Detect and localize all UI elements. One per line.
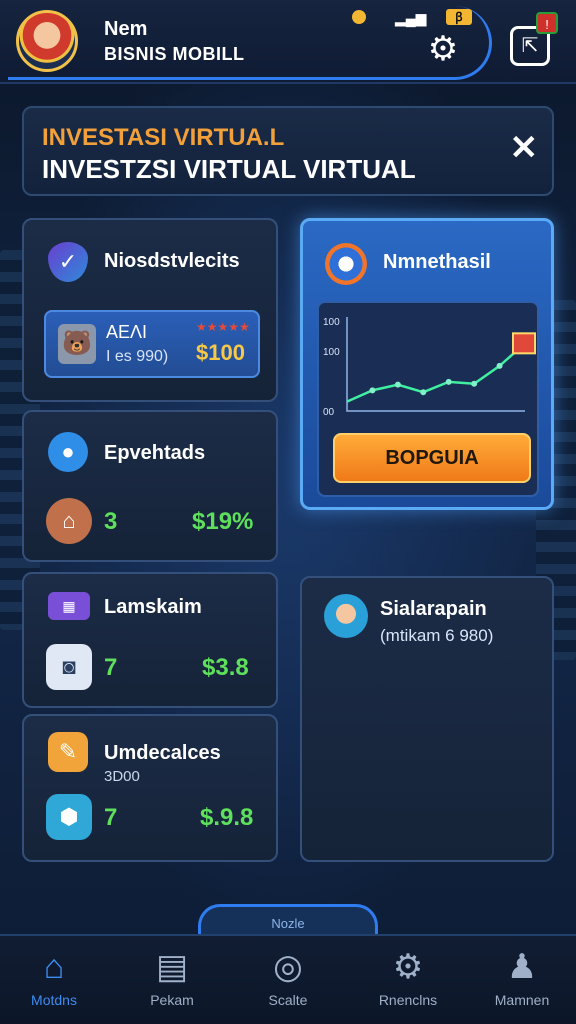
bear-icon: 🐻 — [58, 324, 96, 364]
gear-icon: ⚙ — [427, 30, 459, 68]
app-subtitle: BISNIS MOBILL — [104, 44, 245, 64]
circle-icon: ◎ — [273, 948, 303, 986]
data-point — [496, 362, 503, 369]
asset-sub: I es 990) — [106, 348, 169, 365]
home-icon: ⌂ — [43, 948, 65, 986]
card-title: Umdecalces — [104, 742, 221, 764]
notification-badge[interactable]: ! — [536, 12, 558, 34]
card-lamskaim[interactable]: ▦ Lamskaim ◙ 7 $3.8 — [22, 572, 278, 708]
y-tick-label: 00 — [323, 407, 335, 418]
close-button[interactable]: ✕ — [510, 128, 539, 168]
planet-icon — [325, 243, 367, 285]
card-title: Sialarapain — [380, 598, 487, 620]
banner-heading: INVESTASI VIRTUA.L — [42, 124, 285, 151]
battery-icon: ꞵ — [446, 9, 472, 25]
card-portfolio[interactable]: ✓ Niosdstvlecits 🐻 ΑΕΛΙ I es 990) ★★★★★ … — [22, 218, 278, 402]
item-count: 7 — [104, 804, 118, 831]
card-title: Niosdstvlecits — [104, 250, 240, 272]
nav-label: Motdns — [31, 992, 77, 1008]
asset-row[interactable]: 🐻 ΑΕΛΙ I es 990) ★★★★★ $100 — [44, 310, 260, 378]
investment-banner: INVESTASI VIRTUA.L INVESTZSI VIRTUAL VIR… — [22, 106, 554, 196]
gem-icon: ⬢ — [46, 794, 92, 840]
data-point — [445, 378, 452, 385]
card-title: Lamskaim — [104, 596, 202, 618]
rating-stars-icon: ★★★★★ — [196, 320, 250, 334]
gear-icon: ⚙ — [392, 948, 424, 986]
chart-svg: 100 100 00 — [323, 317, 536, 418]
banner-subheading: INVESTZSI VIRTUAL VIRTUAL — [42, 154, 416, 184]
card-expedition[interactable]: ● Epvehtads ⌂ 3 $19% — [22, 410, 278, 562]
shield-icon: ✓ — [48, 242, 88, 282]
y-tick-label: 100 — [323, 317, 340, 328]
person-icon: ♟ — [506, 948, 538, 986]
card-subtitle: 3D00 — [104, 768, 140, 785]
notification-icon: ! — [545, 17, 549, 32]
asset-value: $100 — [196, 340, 245, 365]
camera-icon: ◙ — [46, 644, 92, 690]
card-subtitle: (mtikam 6 980) — [380, 626, 494, 645]
nav-item-profile[interactable]: ♟ Mamnen — [472, 946, 572, 1008]
card-umdecalces[interactable]: ✎ Umdecalces 3D00 ⬢ 7 $.9.8 — [22, 714, 278, 862]
trophy-icon: ⌂ — [46, 498, 92, 544]
nav-item-home[interactable]: ⌂ Motdns — [4, 946, 104, 1008]
item-value: $3.8 — [202, 654, 249, 681]
coin-icon — [352, 10, 366, 24]
item-value: $19% — [192, 508, 254, 535]
data-point — [394, 381, 401, 388]
app-title: Nem — [104, 18, 148, 40]
avatar — [324, 594, 368, 638]
nav-item-settings[interactable]: ⚙ Rnenclns — [358, 946, 458, 1008]
card-sialarapain[interactable]: Sialarapain (mtikam 6 980) — [300, 576, 554, 862]
card-title: Epvehtads — [104, 442, 206, 464]
item-count: 7 — [104, 654, 118, 681]
card-title: Nmnethasil — [383, 251, 491, 273]
share-icon: ⇱ — [521, 35, 539, 57]
data-point — [420, 389, 427, 396]
grid-icon: ▤ — [155, 948, 189, 986]
nav-label: Mamnen — [494, 992, 550, 1008]
avatar[interactable] — [16, 10, 78, 72]
chat-icon: ● — [48, 432, 88, 472]
item-count: 3 — [104, 508, 118, 535]
nav-label: Scalte — [268, 992, 308, 1008]
nav-item-circle[interactable]: ◎ Scalte — [238, 946, 338, 1008]
nav-label: Pekam — [150, 992, 194, 1008]
data-point — [369, 387, 376, 394]
signal-icon: ▂▄▆ — [395, 10, 427, 26]
keyboard-icon: ▦ — [48, 592, 90, 620]
nav-label: Rnenclns — [378, 992, 438, 1008]
top-bar: Nem BISNIS MOBILL ▂▄▆ ꞵ ⚙ ⇱ ! — [0, 0, 576, 84]
invest-button[interactable]: BOPGUIA — [333, 433, 531, 483]
highlight-marker — [512, 332, 536, 355]
card-featured-investment[interactable]: Nmnethasil 100 100 00 BOPGUIA — [300, 218, 554, 510]
item-value: $.9.8 — [200, 804, 254, 831]
bottom-navigation: ⌂ Motdns ▤ Pekam ◎ Scalte ⚙ Rnenclns ♟ M… — [0, 934, 576, 1024]
settings-button[interactable]: ⚙ — [424, 30, 462, 68]
y-tick-label: 100 — [323, 347, 340, 358]
data-point — [471, 380, 478, 387]
asset-name: ΑΕΛΙ — [106, 322, 148, 342]
tools-icon: ✎ — [48, 732, 88, 772]
nav-item-grid[interactable]: ▤ Pekam — [122, 946, 222, 1008]
